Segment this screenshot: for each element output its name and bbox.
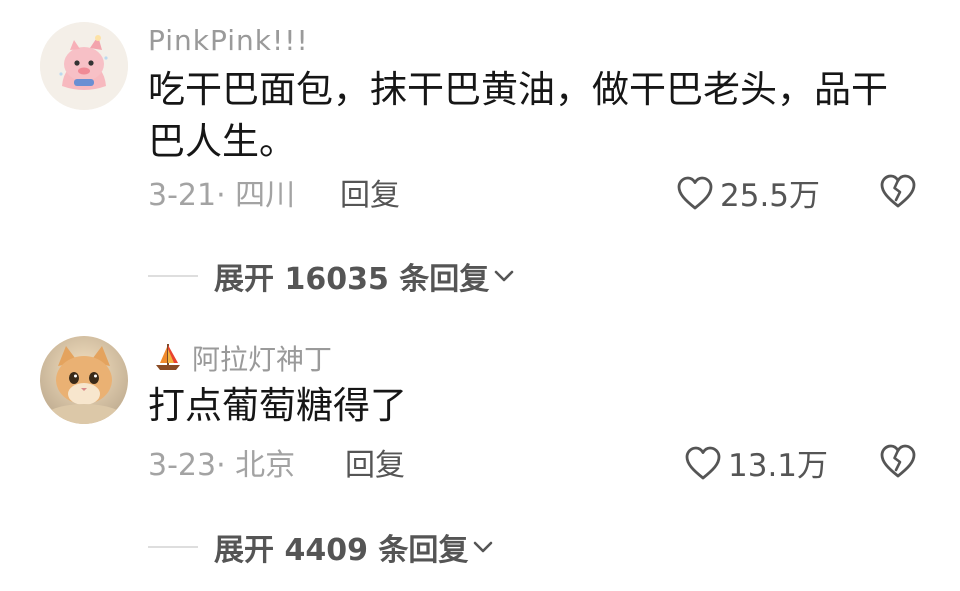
like-count: 13.1万 [728, 448, 829, 484]
comment-text: 吃干巴面包，抹干巴黄油，做干巴老头，品干巴人生。 [148, 68, 888, 163]
expand-replies-label: 展开 16035 条回复 [214, 262, 490, 297]
divider-line [148, 275, 198, 277]
like-button[interactable]: 25.5万 [676, 170, 820, 215]
comment-text: 打点葡萄糖得了 [148, 384, 407, 427]
like-button[interactable]: 13.1万 [684, 440, 828, 485]
comment-date-location: 3-23· 北京 [148, 448, 296, 483]
reply-button[interactable]: 回复 [340, 170, 400, 214]
orange-cat-avatar-icon [40, 336, 128, 424]
divider-line [148, 546, 198, 548]
dislike-button[interactable] [878, 172, 918, 210]
heart-outline-icon [685, 446, 721, 479]
avatar[interactable] [40, 22, 128, 110]
comment-item: PinkPink!!! 吃干巴面包，抹干巴黄油，做干巴老头，品干巴人生。 3-2… [0, 0, 960, 300]
broken-heart-icon [880, 174, 916, 208]
comment-item: 阿拉灯神丁 打点葡萄糖得了 3-23· 北京 回复 13.1万 展开 4409 … [0, 320, 960, 591]
chevron-down-icon [474, 541, 493, 553]
username[interactable]: 阿拉灯神丁 [152, 338, 332, 378]
heart-outline-icon [677, 176, 713, 209]
username-label: 阿拉灯神丁 [192, 343, 333, 376]
like-count: 25.5万 [720, 178, 821, 214]
expand-replies-button[interactable]: 展开 4409 条回复 [148, 525, 494, 569]
username[interactable]: PinkPink!!! [148, 24, 309, 57]
expand-replies-button[interactable]: 展开 16035 条回复 [148, 254, 515, 298]
sailboat-icon [156, 344, 180, 370]
chevron-down-icon [494, 270, 514, 282]
dislike-button[interactable] [878, 442, 918, 480]
avatar[interactable] [40, 336, 128, 424]
pink-cartoon-pig-avatar-icon [40, 22, 128, 110]
reply-button[interactable]: 回复 [345, 440, 405, 484]
comment-date-location: 3-21· 四川 [148, 178, 296, 213]
broken-heart-icon [880, 444, 916, 478]
expand-replies-label: 展开 4409 条回复 [214, 533, 469, 568]
